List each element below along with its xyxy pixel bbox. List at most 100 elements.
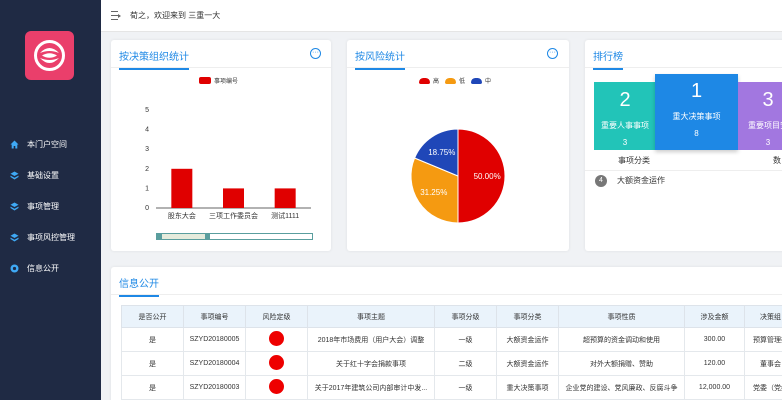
rank-column-count: 数	[773, 156, 781, 165]
cell-decision-org: 党委（党组	[744, 375, 782, 400]
app-logo	[25, 31, 74, 80]
cell-public: 是	[121, 375, 184, 400]
col-code[interactable]: 事项编号	[183, 305, 246, 328]
layers-icon	[10, 233, 19, 242]
cell-amount: 12,000.00	[684, 375, 745, 400]
layers-icon	[10, 171, 19, 180]
cell-public: 是	[121, 327, 184, 352]
col-category[interactable]: 事项分类	[496, 305, 559, 328]
tile-number: 2	[619, 89, 631, 111]
pie-label-2: 18.75%	[428, 148, 455, 157]
y-tick-label: 3	[145, 146, 149, 153]
sidebar: 本门户空间 基础设置 事项管理 事项风控管理 信息公开	[0, 0, 101, 400]
cell-nature: 对外大额捐赠、赞助	[558, 351, 685, 376]
rank-tile-personnel[interactable]: 2 重要人事事项 3	[594, 82, 656, 150]
tile-label: 重大决策事项	[672, 112, 721, 121]
sidebar-item-risk-management[interactable]: 事项风控管理	[0, 222, 101, 253]
col-public[interactable]: 是否公开	[121, 305, 184, 328]
rank-row[interactable]: 4 大额资金运作	[585, 170, 782, 190]
rank-column-category: 事项分类	[618, 156, 650, 165]
cell-subject: 关于2017年建筑公司内部审计中发...	[307, 375, 435, 400]
cell-subject: 关于红十字会捐款事项	[307, 351, 435, 376]
bar-1	[223, 188, 244, 208]
cell-code: SZYD20180005	[183, 327, 246, 352]
sidebar-item-label: 事项风控管理	[27, 233, 75, 242]
ranking-card: 排行榜 2 重要人事事项 3 1 重大决策事项 8 3 重要项目安 3 事项分类…	[585, 40, 782, 251]
cell-nature: 超预算的资金调动和使用	[558, 327, 685, 352]
zoom-slider[interactable]	[156, 233, 313, 240]
table-row[interactable]: 是 SZYD20180004 关于红十字会捐款事项 二级 大额资金运作 对外大额…	[121, 351, 782, 376]
cell-risk	[245, 375, 308, 400]
cell-subject: 2018年市场费用（用户大会）调整	[307, 327, 435, 352]
sidebar-item-home[interactable]: 本门户空间	[0, 129, 101, 160]
home-icon	[10, 140, 19, 149]
x-tick-label: 三项工作委员会	[209, 211, 258, 220]
cell-amount: 300.00	[684, 327, 745, 352]
col-nature[interactable]: 事项性质	[558, 305, 685, 328]
tile-count: 3	[765, 138, 771, 147]
cell-category: 大额资金运作	[496, 327, 559, 352]
cell-level: 一级	[434, 327, 497, 352]
rank-tile-decision[interactable]: 1 重大决策事项 8	[655, 74, 738, 150]
pie-chart: 50.00% 31.25% 18.75%	[410, 128, 506, 224]
info-table: 是否公开 事项编号 风险定级 事项主题 事项分级 事项分类 事项性质 涉及金额 …	[121, 305, 782, 400]
cell-level: 二级	[434, 351, 497, 376]
rank-tile-project[interactable]: 3 重要项目安 3	[738, 82, 782, 150]
cell-nature: 企业党的建设、党风廉政、反腐斗争	[558, 375, 685, 400]
pie-label-1: 31.25%	[420, 188, 447, 197]
rank-name: 大额资金运作	[617, 176, 665, 185]
col-amount[interactable]: 涉及金额	[684, 305, 745, 328]
risk-stats-card: 按风险统计 ··· 高 低 中 50.00% 31.25% 18.75%	[347, 40, 569, 251]
tile-count: 8	[694, 129, 699, 138]
menu-toggle-icon[interactable]	[111, 11, 121, 20]
sidebar-item-label: 事项管理	[27, 202, 59, 211]
y-tick-label: 5	[145, 107, 149, 114]
rank-badge: 4	[595, 174, 607, 187]
bar-2	[274, 188, 296, 208]
bar-chart: 0 1 2 3 4 5 股东大会 三项工作委员会 测试1111	[145, 107, 311, 220]
tile-label: 重要人事事项	[601, 121, 649, 130]
col-level[interactable]: 事项分级	[434, 305, 497, 328]
layers-icon	[10, 202, 19, 211]
slider-handle-right[interactable]	[205, 233, 210, 240]
tile-count: 3	[622, 138, 628, 147]
y-tick-label: 2	[145, 166, 149, 173]
col-risk[interactable]: 风险定级	[245, 305, 308, 328]
col-subject[interactable]: 事项主题	[307, 305, 435, 328]
cell-amount: 120.00	[684, 351, 745, 376]
bar-0	[171, 168, 193, 208]
sidebar-menu: 本门户空间 基础设置 事项管理 事项风控管理 信息公开	[0, 129, 101, 284]
cell-code: SZYD20180003	[183, 375, 246, 400]
x-tick-label: 测试1111	[271, 211, 299, 220]
cell-public: 是	[121, 351, 184, 376]
tile-number: 1	[690, 80, 703, 102]
risk-dot-icon	[269, 355, 284, 370]
sidebar-item-basic-settings[interactable]: 基础设置	[0, 160, 101, 191]
col-decision-org[interactable]: 决策组	[744, 305, 782, 328]
sidebar-item-matter-management[interactable]: 事项管理	[0, 191, 101, 222]
top-bar: 荀之，欢迎来到 三重一大	[101, 0, 782, 32]
x-tick-label: 股东大会	[168, 211, 196, 220]
table-row[interactable]: 是 SZYD20180003 关于2017年建筑公司内部审计中发... 一级 重…	[121, 375, 782, 400]
cell-code: SZYD20180004	[183, 351, 246, 376]
risk-dot-icon	[269, 379, 284, 394]
cell-decision-org: 董事会	[744, 351, 782, 376]
table-header-row: 是否公开 事项编号 风险定级 事项主题 事项分级 事项分类 事项性质 涉及金额 …	[121, 305, 782, 328]
cell-category: 重大决策事项	[496, 375, 559, 400]
welcome-text: 荀之，欢迎来到 三重一大	[130, 11, 221, 20]
sidebar-item-info-disclosure[interactable]: 信息公开	[0, 253, 101, 284]
table-row[interactable]: 是 SZYD20180005 2018年市场费用（用户大会）调整 一级 大额资金…	[121, 327, 782, 352]
info-disclosure-card: 信息公开 是否公开 事项编号 风险定级 事项主题 事项分级 事项分类 事项性质 …	[111, 267, 782, 400]
sidebar-item-label: 本门户空间	[27, 140, 67, 149]
y-tick-label: 1	[145, 185, 149, 192]
tile-label: 重要项目安	[748, 121, 782, 130]
slider-handle-left[interactable]	[157, 233, 162, 240]
cell-decision-org: 预算管理委	[744, 327, 782, 352]
location-icon	[10, 264, 19, 273]
risk-dot-icon	[269, 331, 284, 346]
cell-risk	[245, 327, 308, 352]
sidebar-item-label: 基础设置	[27, 171, 59, 180]
pie-label-0: 50.00%	[474, 172, 501, 181]
tile-number: 3	[762, 89, 774, 111]
cell-category: 大额资金运作	[496, 351, 559, 376]
